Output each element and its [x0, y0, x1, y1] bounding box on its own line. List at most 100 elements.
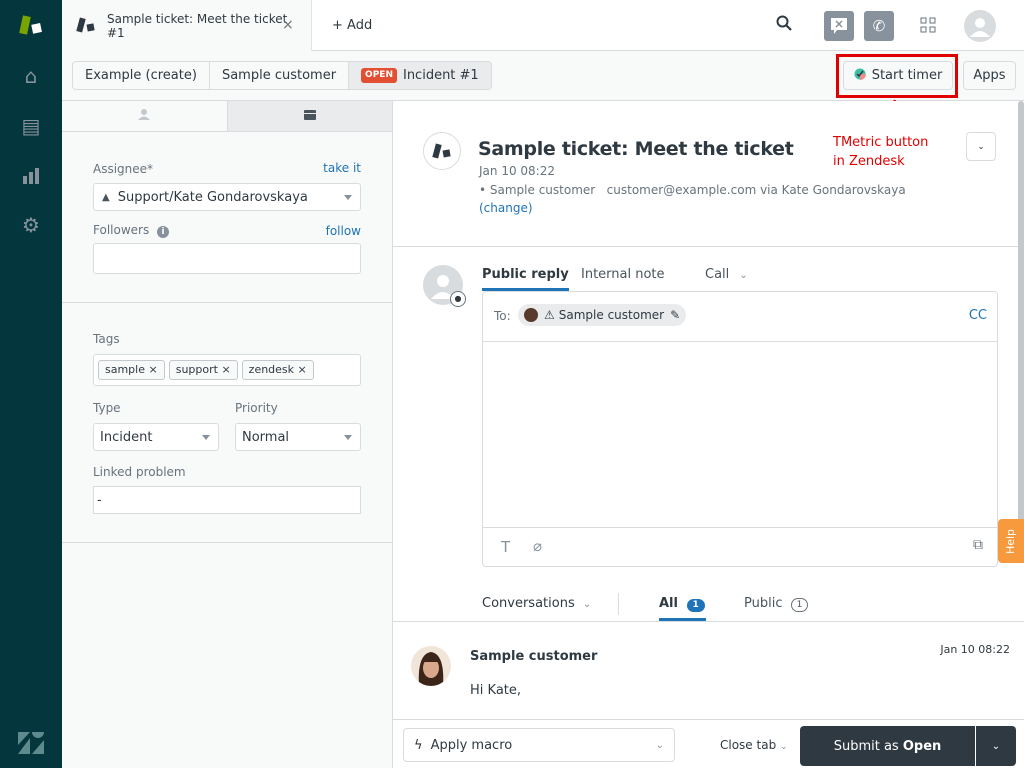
- reporting-icon[interactable]: [18, 163, 44, 189]
- text-format-icon[interactable]: T: [501, 538, 510, 556]
- customer-message-avatar: [411, 646, 451, 686]
- plus-icon: +: [332, 18, 348, 33]
- top-bar: Sample ticket: Meet the ticket #1 × + Add…: [62, 0, 1024, 51]
- ticket-tab-title: Sample ticket: Meet the ticket #1: [107, 12, 288, 40]
- user-tab[interactable]: [62, 101, 227, 131]
- ticket-date: Jan 10 08:22: [479, 164, 555, 178]
- tab-public-reply[interactable]: Public reply: [482, 267, 569, 291]
- chevron-down-icon: [344, 195, 352, 204]
- apps-puzzle-icon[interactable]: ⧉: [973, 537, 983, 553]
- close-tab-select[interactable]: Close tab ⌄: [720, 738, 788, 752]
- take-it-link[interactable]: take it: [323, 161, 361, 175]
- annotation-text: TMetric button in Zendesk: [833, 135, 929, 169]
- message-author[interactable]: Sample customer: [470, 649, 597, 664]
- ticket-footer: ϟ Apply macro ⌄ Close tab ⌄ Submit as Ope…: [393, 719, 1024, 768]
- follow-link[interactable]: follow: [326, 224, 361, 238]
- remove-tag-icon: ×: [148, 363, 158, 376]
- followers-label: Followers i: [93, 223, 170, 238]
- assignee-label: Assignee*: [93, 162, 154, 176]
- reply-composer: To: ⚠ Sample customer ✎ CC T ⌀ ⧉: [482, 291, 998, 567]
- tags-input[interactable]: sample × support × zendesk ×: [93, 354, 361, 386]
- status-badge: OPEN: [361, 68, 397, 83]
- change-link[interactable]: (change): [479, 201, 533, 215]
- divider: [62, 542, 392, 543]
- ticket-tab-icon: [76, 16, 96, 38]
- divider: [393, 621, 1024, 622]
- followers-input[interactable]: [93, 243, 361, 274]
- chevron-down-icon: ⌄: [582, 599, 592, 610]
- person-icon: ▲: [102, 191, 110, 203]
- cc-link[interactable]: CC: [969, 308, 987, 323]
- lightning-icon: ϟ: [414, 737, 423, 753]
- chevron-down-icon: ⌄: [739, 270, 748, 281]
- breadcrumb: Example (create) Sample customer OPEN Inc…: [72, 61, 492, 90]
- message-timestamp: Jan 10 08:22: [940, 643, 1010, 656]
- home-icon[interactable]: ⌂: [18, 63, 44, 89]
- annotation-highlight-box: [836, 54, 958, 98]
- ticket-tab-properties[interactable]: [226, 101, 392, 131]
- filter-all[interactable]: All 1: [659, 596, 706, 621]
- chevron-down-icon: ⌄: [977, 141, 985, 152]
- chevron-down-icon: [202, 435, 210, 444]
- customer-avatar: [524, 308, 538, 322]
- add-tab-button[interactable]: + Add: [332, 18, 372, 33]
- linked-problem-select[interactable]: -: [93, 486, 361, 514]
- product-tray-icon[interactable]: [920, 17, 936, 37]
- conversations-filter[interactable]: Conversations ⌄: [482, 596, 591, 611]
- assignee-select[interactable]: ▲ Support/Kate Gondarovskaya: [93, 183, 361, 211]
- ticket-meta: • Sample customer customer@example.com v…: [479, 183, 906, 197]
- remove-tag-icon: ×: [297, 363, 307, 376]
- breadcrumb-requester[interactable]: Sample customer: [210, 62, 350, 89]
- zendesk-support-logo-icon[interactable]: [18, 12, 44, 38]
- recipient-pill[interactable]: ⚠ Sample customer ✎: [518, 304, 687, 326]
- message-body: Hi Kate,: [470, 683, 522, 698]
- tag[interactable]: sample ×: [98, 360, 165, 380]
- chevron-down-icon: ⌄: [780, 742, 788, 752]
- scrollbar[interactable]: [1018, 101, 1024, 521]
- close-tab-icon[interactable]: ×: [282, 17, 294, 33]
- chat-offline-icon[interactable]: [824, 11, 854, 41]
- zendesk-logo-icon[interactable]: [18, 730, 44, 756]
- chevron-down-icon: ⌄: [655, 739, 664, 751]
- breadcrumb-ticket[interactable]: OPEN Incident #1: [349, 62, 491, 89]
- type-label: Type: [93, 401, 121, 415]
- linked-problem-label: Linked problem: [93, 465, 186, 479]
- help-button[interactable]: Help: [998, 519, 1024, 563]
- type-select[interactable]: Incident: [93, 423, 219, 451]
- priority-select[interactable]: Normal: [235, 423, 361, 451]
- tags-label: Tags: [93, 332, 120, 346]
- ticket-conversation-panel: Sample ticket: Meet the ticket Jan 10 08…: [393, 101, 1024, 768]
- info-icon[interactable]: i: [157, 226, 170, 238]
- search-icon[interactable]: [776, 15, 792, 36]
- submit-button[interactable]: Submit as Open: [800, 726, 975, 766]
- channel-icon: ●: [450, 291, 466, 307]
- edit-pencil-icon[interactable]: ✎: [670, 308, 680, 322]
- priority-label: Priority: [235, 401, 278, 415]
- chevron-down-icon: [344, 435, 352, 444]
- attachment-icon[interactable]: ⌀: [533, 537, 542, 555]
- ticket-title: Sample ticket: Meet the ticket: [478, 138, 794, 160]
- admin-gear-icon[interactable]: ⚙: [18, 212, 44, 238]
- apps-button[interactable]: Apps: [963, 61, 1016, 90]
- views-icon[interactable]: ▤: [18, 113, 44, 139]
- tab-call[interactable]: Call ⌄: [705, 267, 748, 282]
- to-label: To:: [494, 309, 511, 323]
- breadcrumb-organization[interactable]: Example (create): [73, 62, 210, 89]
- tag[interactable]: zendesk ×: [241, 360, 314, 380]
- filter-public[interactable]: Public 1: [744, 596, 809, 612]
- ticket-properties-panel: Assignee* take it ▲ Support/Kate Gondaro…: [62, 101, 393, 768]
- user-avatar[interactable]: [964, 10, 996, 42]
- tab-internal-note[interactable]: Internal note: [581, 267, 665, 282]
- ticket-options-button[interactable]: ⌄: [966, 132, 996, 161]
- chevron-down-icon: ⌄: [991, 740, 1001, 752]
- divider: [62, 302, 392, 303]
- submit-options-button[interactable]: ⌄: [976, 726, 1016, 766]
- reply-body-textarea[interactable]: [483, 343, 997, 528]
- all-count-badge: 1: [686, 599, 705, 612]
- apply-macro-select[interactable]: ϟ Apply macro ⌄: [403, 728, 675, 762]
- product-nav: ⌂ ▤ ⚙: [0, 0, 62, 768]
- ticket-tab[interactable]: Sample ticket: Meet the ticket #1 ×: [62, 0, 312, 51]
- talk-phone-icon[interactable]: ✆: [864, 11, 894, 41]
- tag[interactable]: support ×: [168, 360, 238, 380]
- public-count-badge: 1: [790, 598, 809, 612]
